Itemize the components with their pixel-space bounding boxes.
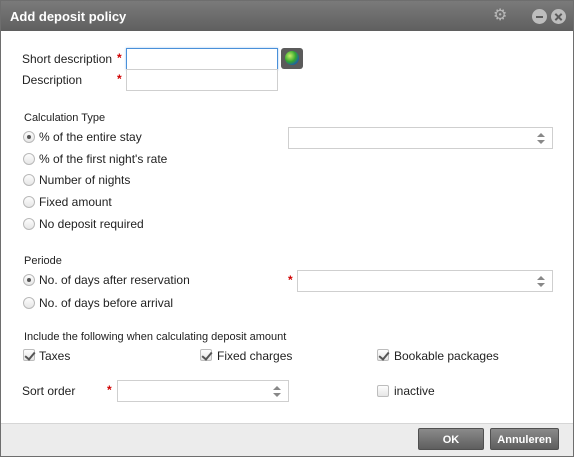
description-input[interactable]: [126, 69, 278, 91]
translate-button[interactable]: [281, 48, 303, 69]
radio-first-night[interactable]: [23, 153, 35, 165]
radio-label: % of the first night's rate: [39, 152, 168, 166]
cancel-button[interactable]: Annuleren: [490, 428, 559, 450]
radio-label: Number of nights: [39, 173, 131, 187]
required-marker: *: [288, 273, 293, 287]
include-heading: Include the following when calculating d…: [24, 331, 287, 343]
radio-label: No. of days before arrival: [39, 296, 174, 310]
dialog-footer: [1, 423, 573, 456]
calculation-type-heading: Calculation Type: [24, 112, 106, 124]
radio-entire-stay[interactable]: [23, 131, 35, 143]
gear-icon[interactable]: ⚙: [493, 8, 508, 24]
bookable-packages-checkbox[interactable]: [377, 349, 389, 361]
dialog-title: Add deposit policy: [10, 9, 127, 24]
radio-label: No. of days after reservation: [39, 273, 190, 287]
radio-days-after-reservation[interactable]: [23, 274, 35, 286]
minimize-icon[interactable]: [532, 9, 547, 24]
globe-icon: [285, 51, 299, 65]
checkbox-label: Fixed charges: [217, 349, 293, 363]
inactive-checkbox[interactable]: [377, 385, 389, 397]
radio-label: Fixed amount: [39, 195, 112, 209]
periode-heading: Periode: [24, 255, 62, 267]
fixed-charges-checkbox[interactable]: [200, 349, 212, 361]
radio-number-of-nights[interactable]: [23, 174, 35, 186]
required-marker: *: [117, 51, 122, 65]
inactive-label: inactive: [394, 384, 435, 398]
sort-order-stepper[interactable]: [117, 380, 289, 402]
sort-order-label: Sort order: [22, 384, 76, 398]
short-description-input[interactable]: [126, 48, 278, 70]
radio-no-deposit[interactable]: [23, 218, 35, 230]
radio-label: % of the entire stay: [39, 130, 142, 144]
close-icon[interactable]: [551, 9, 566, 24]
title-bar[interactable]: Add deposit policy ⚙: [1, 1, 573, 31]
description-label: Description: [22, 73, 83, 87]
ok-button[interactable]: OK: [418, 428, 484, 450]
required-marker: *: [107, 383, 112, 397]
taxes-checkbox[interactable]: [23, 349, 35, 361]
short-description-label: Short description: [22, 52, 113, 66]
checkbox-label: Taxes: [39, 349, 71, 363]
periode-days-stepper[interactable]: [297, 270, 553, 292]
radio-label: No deposit required: [39, 217, 144, 231]
radio-fixed-amount[interactable]: [23, 196, 35, 208]
calculation-value-stepper[interactable]: [288, 127, 553, 149]
required-marker: *: [117, 72, 122, 86]
radio-days-before-arrival[interactable]: [23, 297, 35, 309]
deposit-policy-dialog: Add deposit policy ⚙ Short description *…: [0, 0, 574, 457]
checkbox-label: Bookable packages: [394, 349, 499, 363]
